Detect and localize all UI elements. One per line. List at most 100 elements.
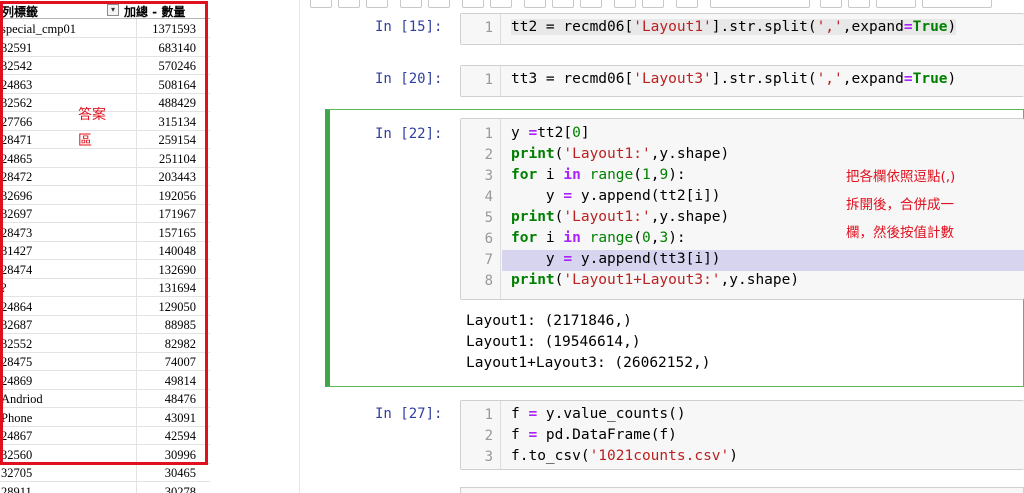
cell-prompt: In [20]: xyxy=(375,71,443,87)
pivot-row[interactable]: ? 131694 xyxy=(0,279,210,297)
row-label: 32705 xyxy=(1,466,33,480)
line-number: 1 xyxy=(484,126,493,142)
pivot-row[interactable]: 32542 570246 xyxy=(0,57,210,75)
answer-annotation-line1: 答案 xyxy=(78,107,106,123)
toolbar-button[interactable] xyxy=(338,0,360,8)
cell-type-select[interactable] xyxy=(710,0,810,8)
row-label: 24867 xyxy=(1,429,33,443)
pivot-row[interactable]: 28472 203443 xyxy=(0,168,210,186)
row-value: 88985 xyxy=(164,318,196,332)
toolbar-button[interactable] xyxy=(848,0,870,8)
pivot-row[interactable]: special_cmp01 1371593 xyxy=(0,20,210,38)
row-label: 28475 xyxy=(1,355,33,369)
pivot-row[interactable]: 24869 49814 xyxy=(0,372,210,390)
line-number: 3 xyxy=(484,449,493,465)
row-value: 30278 xyxy=(164,484,196,493)
row-label: 32552 xyxy=(1,336,33,351)
toolbar-button[interactable] xyxy=(490,0,512,8)
cell-input[interactable]: 1 2 3 4 5 6 7 8 y =tt2[0] print('Layout1… xyxy=(460,118,1024,300)
toolbar-button[interactable] xyxy=(676,0,698,8)
cell-input[interactable]: 1 tt2 = recmd06['Layout1'].str.split(','… xyxy=(460,13,1024,45)
code-line: for i in range(0,3): xyxy=(511,230,686,246)
row-value: 42594 xyxy=(164,429,196,443)
sum-quantity-header: 加總 - 數量 xyxy=(124,5,186,19)
pivot-row[interactable]: 24867 42594 xyxy=(0,427,210,445)
code-line: print('Layout1:',y.shape) xyxy=(511,146,730,162)
next-cell-input[interactable] xyxy=(460,487,1024,493)
toolbar-button[interactable] xyxy=(922,0,992,8)
pivot-row[interactable]: 32591 683140 xyxy=(0,39,210,57)
pivot-row[interactable]: 24863 508164 xyxy=(0,76,210,94)
line-number: 1 xyxy=(484,72,493,88)
toolbar-button[interactable] xyxy=(524,0,546,8)
row-label: 24863 xyxy=(1,77,33,92)
pivot-row[interactable]: 28475 74007 xyxy=(0,353,210,371)
filter-dropdown-icon[interactable]: ▾ xyxy=(107,4,119,16)
answer-annotation-line2: 區 xyxy=(78,133,92,149)
toolbar-button[interactable] xyxy=(642,0,664,8)
line-number: 1 xyxy=(484,407,493,423)
cell-output-line: Layout1+Layout3: (26062152,) xyxy=(466,355,711,371)
pivot-row[interactable]: Andriod 48476 xyxy=(0,390,210,408)
toolbar-button[interactable] xyxy=(552,0,574,8)
pivot-row[interactable]: 32696 192056 xyxy=(0,187,210,205)
row-labels-header: 列標籤 xyxy=(2,5,39,19)
pivot-row[interactable]: 28471 259154 xyxy=(0,131,210,149)
pivot-row[interactable]: 28474 132690 xyxy=(0,261,210,279)
row-value: 488429 xyxy=(158,96,197,110)
pivot-row[interactable]: 32697 171967 xyxy=(0,205,210,223)
line-number-gutter: 1 xyxy=(461,14,501,44)
line-number: 2 xyxy=(484,147,493,163)
pivot-row[interactable]: 28473 157165 xyxy=(0,224,210,242)
row-value: 508164 xyxy=(158,77,197,92)
row-value: 192056 xyxy=(158,188,197,203)
pivot-row[interactable]: Phone 43091 xyxy=(0,409,210,427)
toolbar-button[interactable] xyxy=(366,0,388,8)
row-label: 32696 xyxy=(1,188,33,203)
pivot-row[interactable]: 31427 140048 xyxy=(0,242,210,260)
toolbar-button[interactable] xyxy=(876,0,916,8)
row-value: 82982 xyxy=(164,336,196,351)
pivot-row[interactable]: 32560 30996 xyxy=(0,446,210,464)
row-label: 32591 xyxy=(1,40,33,55)
code-line: print('Layout1+Layout3:',y.shape) xyxy=(511,272,800,288)
toolbar-button[interactable] xyxy=(400,0,422,8)
row-value: 43091 xyxy=(164,410,196,425)
row-value: 132690 xyxy=(158,262,197,277)
row-value: 259154 xyxy=(158,133,197,147)
code-line: f.to_csv('1021counts.csv') xyxy=(511,448,738,464)
row-label: 24865 xyxy=(1,151,33,166)
code-line: y = y.append(tt3[i]) xyxy=(511,251,721,267)
row-value: 171967 xyxy=(158,207,197,221)
pivot-row[interactable]: 24865 251104 xyxy=(0,150,210,168)
notebook-left-edge xyxy=(299,0,300,493)
toolbar-button[interactable] xyxy=(580,0,602,8)
row-label: 28474 xyxy=(1,262,33,277)
toolbar-button[interactable] xyxy=(820,0,842,8)
row-value: 129050 xyxy=(158,299,197,314)
line-number: 4 xyxy=(484,189,493,205)
row-value: 315134 xyxy=(158,114,197,129)
toolbar-button[interactable] xyxy=(462,0,484,8)
pivot-row[interactable]: 24864 129050 xyxy=(0,298,210,316)
line-number: 3 xyxy=(484,168,493,184)
row-value: 74007 xyxy=(164,355,196,369)
code-annotation-line2: 拆開後，合併成一 xyxy=(846,197,954,213)
pivot-row[interactable]: 32552 82982 xyxy=(0,335,210,353)
toolbar-button[interactable] xyxy=(310,0,332,8)
line-number: 6 xyxy=(484,231,493,247)
row-label: 27766 xyxy=(1,114,33,129)
row-label: 32562 xyxy=(1,96,33,110)
line-number: 2 xyxy=(484,428,493,444)
row-value: 140048 xyxy=(158,244,197,258)
row-value: 157165 xyxy=(158,225,197,240)
pivot-row[interactable]: 28911 30278 xyxy=(0,483,210,493)
pivot-row[interactable]: 32687 88985 xyxy=(0,316,210,334)
toolbar-button[interactable] xyxy=(428,0,450,8)
cell-input[interactable]: 1 tt3 = recmd06['Layout3'].str.split(','… xyxy=(460,65,1024,97)
toolbar-button[interactable] xyxy=(614,0,636,8)
pivot-row[interactable]: 32705 30465 xyxy=(0,464,210,482)
row-value: 570246 xyxy=(158,59,197,73)
cell-input[interactable]: 1 2 3 f = y.value_counts() f = pd.DataFr… xyxy=(460,400,1024,470)
row-label: 32697 xyxy=(1,207,33,221)
